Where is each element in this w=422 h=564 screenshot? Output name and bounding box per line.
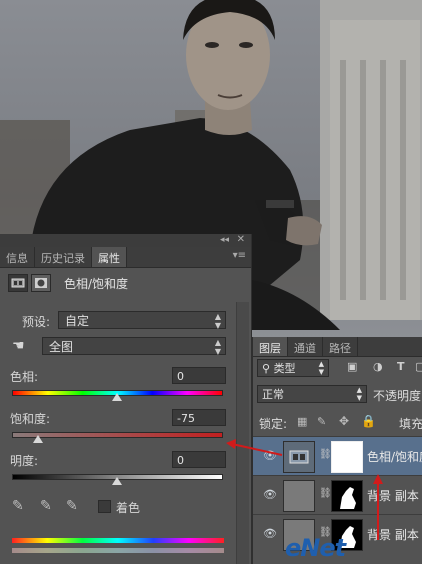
annotation-arrows xyxy=(226,439,383,540)
watermark: eNet xyxy=(285,534,346,562)
